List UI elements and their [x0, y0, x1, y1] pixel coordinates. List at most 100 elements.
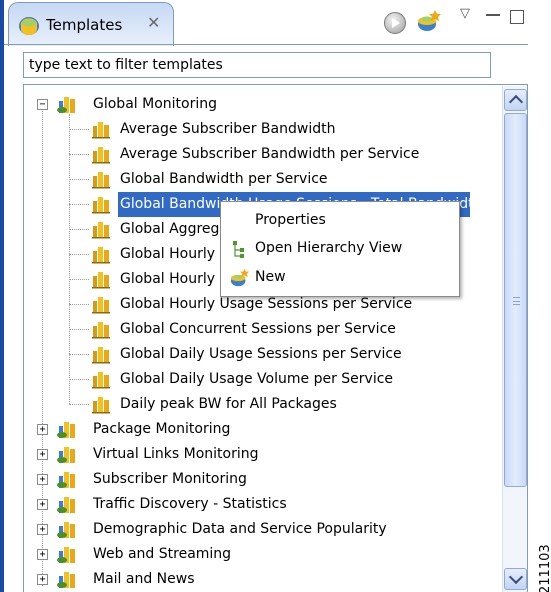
new-template-icon[interactable]	[416, 9, 442, 33]
tree-group-label: Demographic Data and Service Popularity	[93, 521, 387, 537]
report-template-icon	[92, 297, 110, 314]
tree-item-label: Global Daily Usage Sessions per Service	[120, 346, 402, 362]
report-folder-icon	[57, 97, 75, 113]
report-template-icon	[92, 372, 110, 389]
report-folder-icon	[57, 422, 75, 438]
scroll-up-button[interactable]	[504, 89, 527, 111]
tree-item[interactable]: Daily peak BW for All Packages	[24, 392, 494, 417]
minimize-icon[interactable]	[486, 14, 500, 16]
tree-group-traffic-discovery-statistics[interactable]: + Traffic Discovery - Statistics	[24, 492, 494, 517]
tree-group-mail-and-news[interactable]: + Mail and News	[24, 567, 494, 592]
report-template-icon	[92, 397, 110, 414]
tree-group-label: Global Monitoring	[93, 96, 217, 112]
tab-title: Templates	[46, 16, 123, 34]
tree-group-subscriber-monitoring[interactable]: + Subscriber Monitoring	[24, 467, 494, 492]
tree-group-global-monitoring[interactable]: − Global Monitoring	[24, 92, 494, 117]
expand-icon[interactable]: +	[37, 524, 48, 535]
report-template-icon	[92, 347, 110, 364]
templates-tab[interactable]: Templates ✕	[8, 2, 174, 46]
tree-connector	[69, 404, 89, 405]
collapse-icon[interactable]: −	[37, 99, 48, 110]
report-template-icon	[92, 222, 110, 239]
report-template-icon	[92, 147, 110, 164]
tree-connector	[69, 154, 89, 155]
view-tab-bar: Templates ✕ ▽	[4, 0, 528, 46]
tree-group-virtual-links-monitoring[interactable]: + Virtual Links Monitoring	[24, 442, 494, 467]
menu-item-label: New	[255, 269, 286, 285]
report-folder-icon	[57, 447, 75, 463]
tree-connector	[69, 129, 89, 130]
tree-connector	[69, 204, 89, 205]
maximize-icon[interactable]	[510, 10, 524, 24]
tree-connector	[69, 354, 89, 355]
menu-item-new[interactable]: New	[222, 263, 458, 291]
expand-icon[interactable]: +	[37, 574, 48, 585]
templates-icon	[19, 17, 39, 35]
expand-icon[interactable]: +	[37, 549, 48, 560]
tree-item[interactable]: Average Subscriber Bandwidth	[24, 117, 494, 142]
tab-divider	[4, 44, 528, 45]
expand-icon[interactable]: +	[37, 499, 48, 510]
tree-group-label: Web and Streaming	[93, 546, 232, 562]
scroll-thumb[interactable]	[504, 113, 527, 487]
report-template-icon	[92, 172, 110, 189]
tree-group-demographic-data-and-service-popularity[interactable]: + Demographic Data and Service Popularity	[24, 517, 494, 542]
report-template-icon	[92, 122, 110, 139]
run-icon[interactable]	[384, 12, 406, 34]
report-folder-icon	[57, 572, 75, 588]
tree-item[interactable]: Average Subscriber Bandwidth per Service	[24, 142, 494, 167]
tree-item-label: Global Hourly	[120, 246, 216, 262]
tree-item[interactable]: Global Daily Usage Sessions per Service	[24, 342, 494, 367]
tree-item-label: Global Bandwidth per Service	[120, 171, 328, 187]
tree-connector	[69, 179, 89, 180]
tree-item[interactable]: Global Bandwidth per Service	[24, 167, 494, 192]
tree-group-package-monitoring[interactable]: + Package Monitoring	[24, 417, 494, 442]
tree-group-label: Virtual Links Monitoring	[93, 446, 259, 462]
menu-item-open-hierarchy-view[interactable]: Open Hierarchy View	[222, 234, 458, 262]
expand-icon[interactable]: +	[37, 449, 48, 460]
templates-tree[interactable]: − Global Monitoring Average Subscriber Ban…	[23, 84, 528, 592]
tree-item-label: Average Subscriber Bandwidth per Service	[120, 146, 420, 162]
scroll-down-button[interactable]	[504, 568, 527, 590]
context-menu: Properties Open Hierarchy View New	[220, 201, 460, 297]
tree-item-label: Daily peak BW for All Packages	[120, 396, 337, 412]
tree-connector	[69, 229, 89, 230]
report-template-icon	[92, 272, 110, 289]
tree-item-label: Average Subscriber Bandwidth	[120, 121, 336, 137]
tree-connector	[69, 279, 89, 280]
tree-group-label: Package Monitoring	[93, 421, 231, 437]
tree-connector	[69, 304, 89, 305]
window-edge	[0, 0, 4, 592]
tree-item-label: Global Daily Usage Volume per Service	[120, 371, 394, 387]
tree-group-label: Subscriber Monitoring	[93, 471, 247, 487]
templates-view: Templates ✕ ▽ − Global Monitoring Average …	[0, 0, 528, 592]
report-folder-icon	[57, 472, 75, 488]
scroll-grip-icon	[513, 297, 520, 305]
vertical-scrollbar[interactable]	[502, 86, 527, 592]
tree-item-label: Global Concurrent Sessions per Service	[120, 321, 396, 337]
close-icon[interactable]: ✕	[147, 13, 160, 32]
tree-item-label: Global Hourly	[120, 271, 216, 287]
tree-connector	[69, 379, 89, 380]
report-template-icon	[92, 197, 110, 214]
hierarchy-icon	[233, 241, 244, 258]
expand-icon[interactable]: +	[37, 424, 48, 435]
tree-group-web-and-streaming[interactable]: + Web and Streaming	[24, 542, 494, 567]
filter-input[interactable]	[23, 52, 491, 78]
report-folder-icon	[57, 547, 75, 563]
report-folder-icon	[57, 522, 75, 538]
tree-item[interactable]: Global Concurrent Sessions per Service	[24, 317, 494, 342]
report-folder-icon	[57, 497, 75, 513]
report-template-icon	[92, 322, 110, 339]
tree-group-label: Traffic Discovery - Statistics	[93, 496, 287, 512]
menu-item-label: Properties	[255, 212, 326, 228]
tree-group-label: Mail and News	[93, 571, 195, 587]
tree-connector	[69, 254, 89, 255]
tree-item[interactable]: Global Daily Usage Volume per Service	[24, 367, 494, 392]
menu-item-properties[interactable]: Properties	[222, 206, 458, 234]
figure-id: 211103	[538, 544, 551, 592]
report-template-icon	[92, 247, 110, 264]
expand-icon[interactable]: +	[37, 474, 48, 485]
view-menu-icon[interactable]: ▽	[460, 6, 470, 21]
tree-connector	[69, 329, 89, 330]
